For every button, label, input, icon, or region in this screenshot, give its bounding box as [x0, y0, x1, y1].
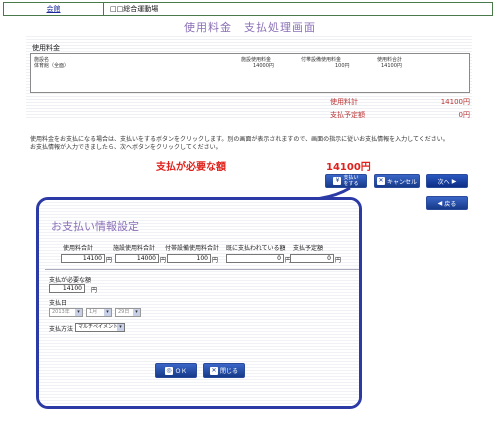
- need-field-label: 支払が必要な額: [49, 277, 92, 284]
- facility-yen: 円: [160, 257, 167, 264]
- fee-table: 施設名 施設使用料金 付帯設備使用料金 使用料合計 体育館（全面） 14000円…: [30, 53, 470, 93]
- method-select[interactable]: マルチペイメント ▾: [75, 323, 125, 332]
- ok-button[interactable]: ◎ ＯＫ: [155, 363, 197, 378]
- close-button[interactable]: ✕ 閉じる: [203, 363, 245, 378]
- home-link[interactable]: 会館: [4, 3, 104, 15]
- top-nav: 会館 □□総合運動場: [3, 2, 493, 16]
- chevron-down-icon: ▾: [75, 309, 82, 316]
- next-button-label: 次へ: [437, 178, 450, 186]
- facility-name: □□総合運動場: [110, 5, 159, 13]
- need-field: 14100: [49, 284, 85, 293]
- facility-field: 14000: [115, 254, 159, 263]
- chevron-down-icon: ▾: [133, 309, 140, 316]
- chevron-down-icon: ▾: [117, 324, 124, 331]
- check-circle-icon: ◎: [164, 366, 173, 375]
- cancel-button-label: キャンセル: [386, 178, 417, 186]
- chevron-down-icon: ▾: [104, 309, 111, 316]
- summary-planned-value: 0円: [458, 111, 470, 119]
- summary-total: 使用料計 14100円: [330, 97, 470, 107]
- year-value: 2013年: [52, 309, 70, 315]
- planned-yen: 円: [335, 257, 342, 264]
- paid-field: 0: [226, 254, 284, 263]
- month-select[interactable]: 1月 ▾: [86, 308, 112, 317]
- row-facility: 体育館（全面）: [34, 63, 70, 69]
- dialog-col-paid: 既に支払われている額: [226, 245, 286, 252]
- summary-total-label: 使用料計: [330, 98, 358, 106]
- pay-icon: ¥: [333, 177, 342, 185]
- cancel-icon: ✕: [376, 177, 385, 185]
- page-title: 使用料金 支払処理画面: [184, 21, 316, 34]
- method-value: マルチペイメント: [78, 324, 119, 330]
- dialog-col-equipment: 付帯設備使用料合計: [165, 245, 220, 252]
- dialog-divider: [45, 269, 359, 270]
- payment-dialog: お支払い情報設定 使用料合計 施設使用料合計 付帯設備使用料合計 既に支払われて…: [36, 197, 362, 409]
- need-yen: 円: [91, 287, 98, 294]
- row-facility-fee: 14000円: [253, 63, 274, 69]
- row-equipment-fee: 100円: [335, 63, 350, 69]
- arrow-right-icon: ▶: [451, 177, 457, 185]
- total-yen: 円: [106, 257, 113, 264]
- back-button-label: 戻る: [444, 200, 457, 208]
- day-value: 29日: [118, 309, 130, 315]
- dialog-col-facility: 施設使用料合計: [113, 245, 156, 252]
- fee-section-label: 使用料金: [32, 44, 60, 52]
- dialog-title: お支払い情報設定: [51, 220, 139, 233]
- date-label: 支払日: [49, 300, 68, 307]
- arrow-left-icon: ◀: [437, 199, 443, 207]
- summary-planned: 支払予定額 0円: [330, 110, 470, 120]
- equipment-field: 100: [167, 254, 211, 263]
- next-button[interactable]: 次へ ▶: [426, 174, 468, 188]
- day-select[interactable]: 29日 ▾: [115, 308, 141, 317]
- close-button-label: 閉じる: [219, 368, 238, 375]
- row-total: 14100円: [381, 63, 402, 69]
- need-label: 支払が必要な額: [156, 162, 226, 173]
- ok-button-label: ＯＫ: [174, 368, 187, 375]
- method-label: 支払方法: [49, 326, 74, 333]
- equipment-yen: 円: [212, 257, 219, 264]
- dialog-col-planned: 支払予定額: [293, 245, 324, 252]
- year-select[interactable]: 2013年 ▾: [49, 308, 83, 317]
- month-value: 1月: [89, 309, 98, 315]
- cancel-button[interactable]: ✕ キャンセル: [374, 174, 420, 188]
- planned-field[interactable]: 0: [290, 254, 334, 263]
- dialog-col-total: 使用料合計: [63, 245, 94, 252]
- summary-planned-label: 支払予定額: [330, 111, 365, 119]
- summary-total-value: 14100円: [440, 98, 470, 106]
- instruction-line-2: お支払情報が入力できましたら、次へボタンをクリックしてください。: [30, 144, 222, 151]
- need-amount: 14100円: [326, 162, 371, 173]
- close-icon: ✕: [209, 366, 218, 375]
- back-button[interactable]: ◀ 戻る: [426, 196, 468, 210]
- total-field: 14100: [61, 254, 105, 263]
